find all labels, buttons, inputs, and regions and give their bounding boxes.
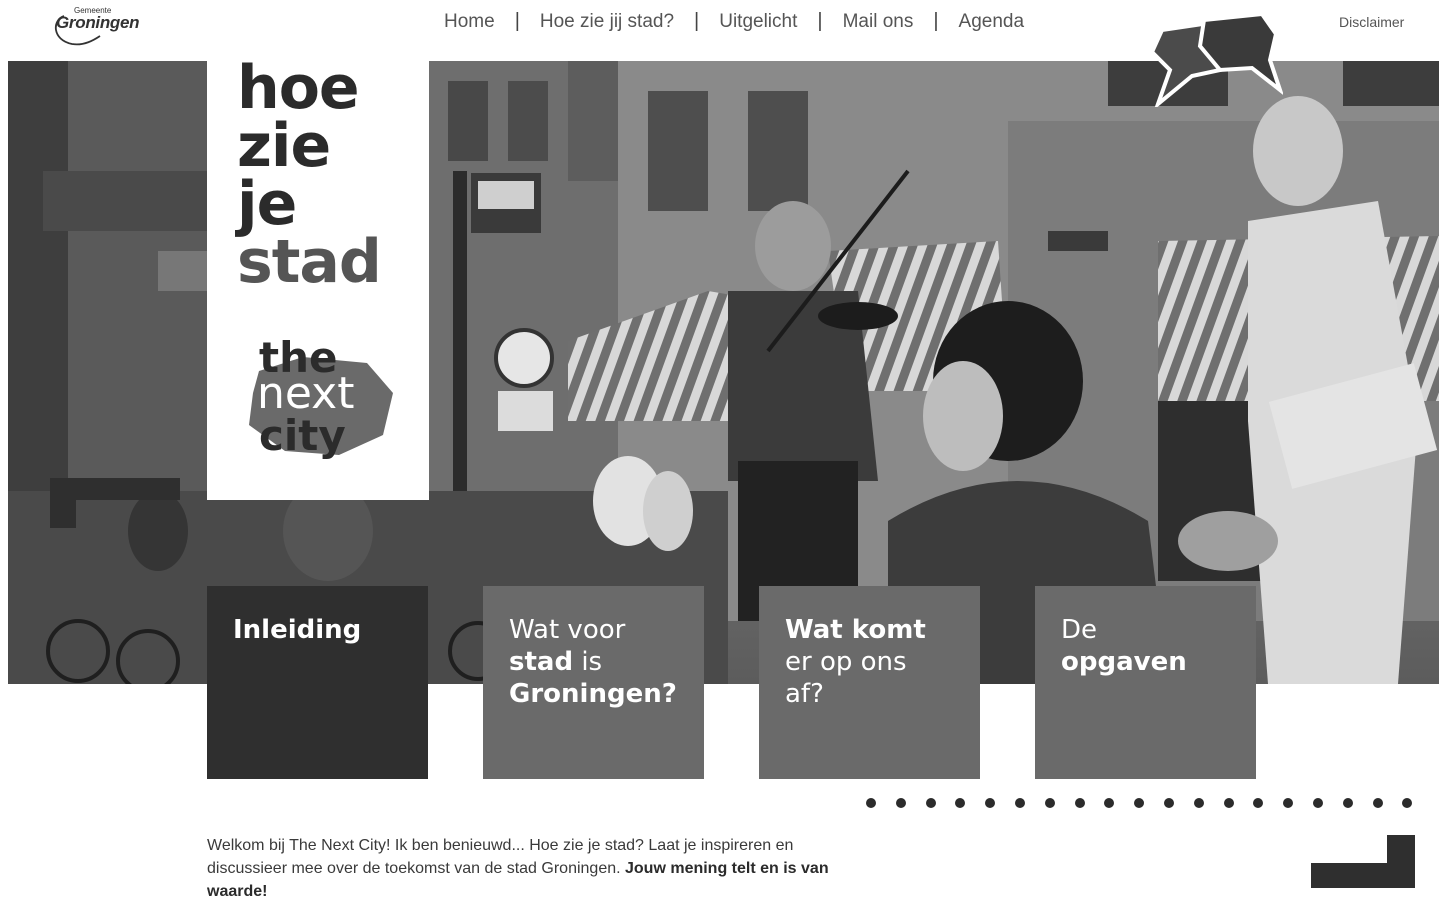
- divider-dot: [1312, 798, 1323, 808]
- tile-text: is: [573, 647, 603, 677]
- logo-big-text: Groningen: [56, 13, 140, 32]
- tile-text-bold: stad: [509, 647, 574, 677]
- divider-dot: [925, 798, 936, 808]
- nav-separator: |: [933, 10, 939, 32]
- divider-dot: [1193, 798, 1204, 808]
- title-word-zie: zie: [237, 111, 331, 181]
- tile-text: De: [1061, 615, 1098, 645]
- tile-wat-komt-er-op-ons-af[interactable]: Wat komt er op ons af?: [759, 586, 980, 779]
- nav-separator: |: [817, 10, 823, 32]
- next-city-city: city: [259, 411, 346, 460]
- title-word-stad: stad: [237, 227, 382, 297]
- divider-dot: [1163, 798, 1174, 808]
- divider-dot: [1134, 798, 1145, 808]
- nav-uitgelicht[interactable]: Uitgelicht: [719, 11, 797, 33]
- intro-paragraph: Welkom bij The Next City! Ik ben benieuw…: [207, 834, 847, 897]
- speech-bubbles-icon: [1149, 12, 1283, 107]
- tile-text-bold: Wat komt: [785, 615, 926, 645]
- divider-dot: [1104, 798, 1115, 808]
- dotted-divider: [866, 798, 1432, 808]
- tile-text: af?: [785, 679, 824, 709]
- nav-mail-ons[interactable]: Mail ons: [843, 11, 914, 33]
- tile-inleiding[interactable]: Inleiding: [207, 586, 428, 779]
- divider-dot: [1342, 798, 1353, 808]
- main-nav: Home | Hoe zie jij stad? | Uitgelicht | …: [444, 10, 1024, 33]
- tile-text-bold: opgaven: [1061, 647, 1187, 677]
- divider-dot: [1402, 798, 1413, 808]
- divider-dot: [985, 798, 996, 808]
- next-city-next: next: [257, 368, 355, 419]
- gemeente-groningen-logo[interactable]: Gemeente Groningen: [48, 6, 158, 48]
- nav-home[interactable]: Home: [444, 11, 495, 33]
- divider-dot: [1044, 798, 1055, 808]
- divider-dot: [955, 798, 966, 808]
- title-word-je: je: [237, 169, 297, 239]
- nav-separator: |: [514, 10, 520, 32]
- tile-text-bold: Groningen?: [509, 679, 677, 709]
- title-panel: hoe zie je stad the next city: [207, 53, 429, 500]
- disclaimer-link[interactable]: Disclaimer: [1339, 14, 1404, 30]
- divider-dot: [895, 798, 906, 808]
- divider-dot: [1074, 798, 1085, 808]
- nav-separator: |: [694, 10, 700, 32]
- divider-dot: [1372, 798, 1383, 808]
- tile-de-opgaven[interactable]: De opgaven: [1035, 586, 1256, 779]
- corner-bottom-right-icon: [1311, 835, 1415, 888]
- divider-dot: [1014, 798, 1025, 808]
- divider-dot: [1223, 798, 1234, 808]
- nav-hoe-zie-jij-stad[interactable]: Hoe zie jij stad?: [540, 11, 674, 33]
- divider-dot: [1283, 798, 1294, 808]
- divider-dot: [866, 798, 876, 808]
- corner-mark-icon: [50, 478, 180, 528]
- tile-inleiding-label: Inleiding: [233, 615, 362, 645]
- tile-text: Wat voor: [509, 615, 626, 645]
- tile-wat-voor-stad[interactable]: Wat voor stad is Groningen?: [483, 586, 704, 779]
- nav-agenda[interactable]: Agenda: [959, 11, 1025, 33]
- title-word-hoe: hoe: [237, 53, 360, 123]
- tile-text: er op ons: [785, 647, 907, 677]
- divider-dot: [1253, 798, 1264, 808]
